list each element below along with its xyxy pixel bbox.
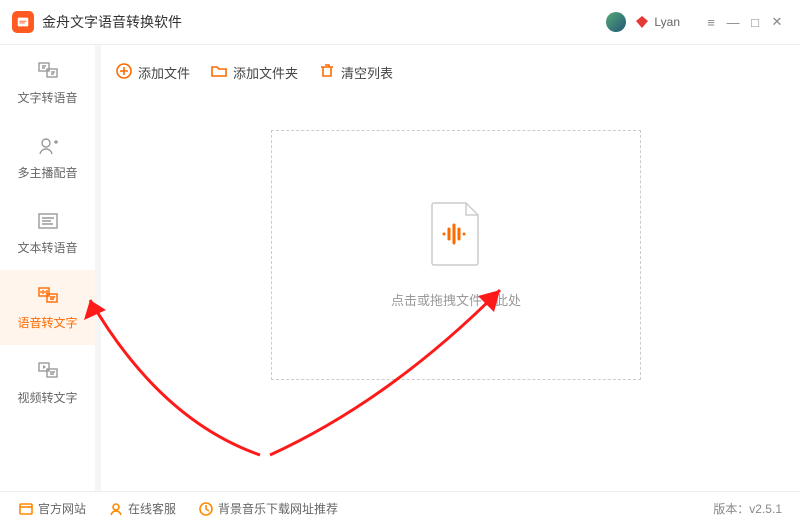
- sidebar-item-label: 文本转语音: [17, 239, 77, 256]
- text-tts-icon: [36, 209, 60, 233]
- app-logo-icon: [12, 11, 34, 33]
- plus-circle-icon: [115, 62, 133, 83]
- sidebar-item-text-tts[interactable]: 文本转语音: [0, 195, 95, 270]
- official-site-label: 官方网站: [38, 500, 86, 517]
- add-folder-button[interactable]: 添加文件夹: [210, 62, 298, 83]
- sidebar-item-speech-to-text[interactable]: 语音转文字: [0, 270, 95, 345]
- text-to-speech-icon: [36, 59, 60, 83]
- sidebar-item-label: 多主播配音: [17, 164, 77, 181]
- sidebar-item-label: 语音转文字: [17, 314, 77, 331]
- version-label: 版本：v2.5.1: [713, 500, 782, 517]
- speech-to-text-icon: [36, 284, 60, 308]
- gem-icon: [634, 14, 650, 30]
- folder-icon: [210, 62, 228, 83]
- avatar-icon[interactable]: [606, 12, 626, 32]
- toolbar: 添加文件 添加文件夹 清空列表: [101, 45, 800, 100]
- official-site-link[interactable]: 官方网站: [18, 500, 86, 517]
- clear-list-button[interactable]: 清空列表: [318, 62, 393, 83]
- clear-icon: [318, 62, 336, 83]
- sidebar-item-label: 视频转文字: [17, 389, 77, 406]
- sidebar: 文字转语音 多主播配音 文本转语音 语音转文字 视频转文字: [0, 45, 95, 491]
- username-label: Lyan: [654, 15, 680, 29]
- sidebar-item-video-to-text[interactable]: 视频转文字: [0, 345, 95, 420]
- sidebar-item-multi-voice[interactable]: 多主播配音: [0, 120, 95, 195]
- sidebar-item-label: 文字转语音: [17, 89, 77, 106]
- titlebar: 金舟文字语音转换软件 Lyan ≡ — □ ✕: [0, 0, 800, 45]
- clear-list-label: 清空列表: [341, 63, 393, 82]
- video-to-text-icon: [36, 359, 60, 383]
- online-service-label: 在线客服: [128, 500, 176, 517]
- dropzone[interactable]: 点击或拖拽文件至此处: [271, 130, 641, 380]
- sidebar-item-text-to-speech[interactable]: 文字转语音: [0, 45, 95, 120]
- menu-button[interactable]: ≡: [700, 11, 722, 33]
- dropzone-hint: 点击或拖拽文件至此处: [391, 290, 521, 309]
- bgm-recommend-label: 背景音乐下载网址推荐: [218, 500, 338, 517]
- close-button[interactable]: ✕: [766, 11, 788, 33]
- multi-voice-icon: [36, 134, 60, 158]
- online-service-link[interactable]: 在线客服: [108, 500, 176, 517]
- app-title: 金舟文字语音转换软件: [42, 12, 182, 32]
- add-file-label: 添加文件: [138, 63, 190, 82]
- bgm-recommend-link[interactable]: 背景音乐下载网址推荐: [198, 500, 338, 517]
- minimize-button[interactable]: —: [722, 11, 744, 33]
- add-file-button[interactable]: 添加文件: [115, 62, 190, 83]
- audio-file-icon: [428, 201, 484, 272]
- footer: 官方网站 在线客服 背景音乐下载网址推荐 版本：v2.5.1: [0, 491, 800, 525]
- maximize-button[interactable]: □: [744, 11, 766, 33]
- add-folder-label: 添加文件夹: [233, 63, 298, 82]
- main-panel: 添加文件 添加文件夹 清空列表 点击或拖拽文件至此处: [101, 45, 800, 491]
